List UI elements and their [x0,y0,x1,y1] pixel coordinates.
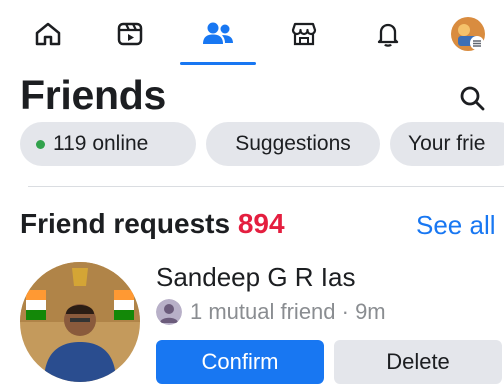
request-name[interactable]: Sandeep G R Ias [156,262,355,293]
your-friends-pill[interactable]: Your frie [390,122,504,166]
suggestions-label: Suggestions [235,132,351,155]
mutual-friends-info: 1 mutual friend · 9m [156,298,386,326]
profile-avatar[interactable] [448,14,488,54]
friend-requests-title: Friend requests [20,208,231,239]
online-friends-pill[interactable]: 119 online [20,122,196,166]
section-divider [28,186,504,187]
friend-requests-heading: Friend requests 894 [20,208,285,240]
confirm-button[interactable]: Confirm [156,340,324,384]
active-tab-indicator [180,62,256,65]
request-avatar[interactable] [20,262,140,382]
search-icon[interactable] [452,78,492,118]
online-count-label: 119 online [53,132,149,155]
mutual-friend-avatar [156,299,182,325]
suggestions-pill[interactable]: Suggestions [206,122,380,166]
page-title: Friends [20,72,166,118]
video-icon[interactable] [110,14,150,54]
online-dot-icon [36,139,45,149]
marketplace-icon[interactable] [284,14,324,54]
your-friends-label: Your frie [408,132,486,155]
friend-requests-count: 894 [237,208,285,239]
home-icon[interactable] [28,14,68,54]
top-nav-bar [0,0,504,72]
friends-icon[interactable] [198,14,238,54]
notifications-icon[interactable] [368,14,408,54]
see-all-link[interactable]: See all [416,210,496,241]
delete-button[interactable]: Delete [334,340,502,384]
mutual-friends-text: 1 mutual friend · 9m [190,299,386,324]
